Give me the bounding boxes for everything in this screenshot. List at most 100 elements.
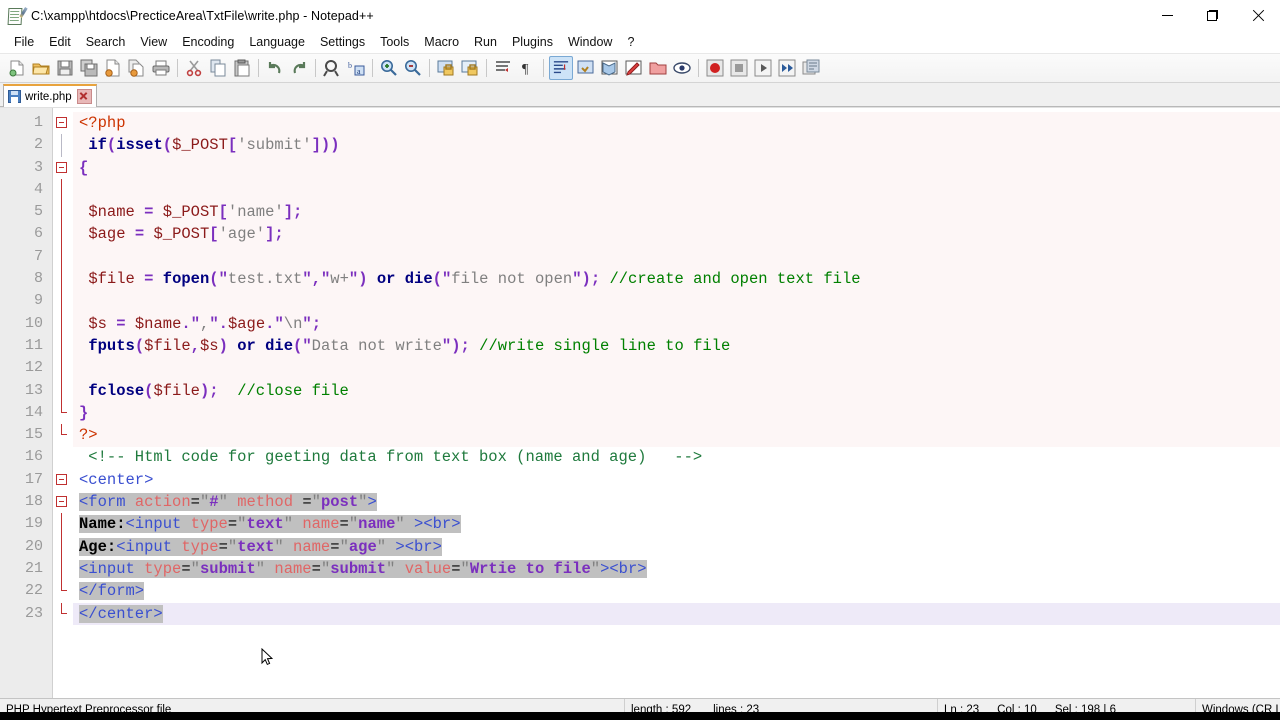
code-line[interactable]: $name = $_POST['name'];	[73, 201, 1280, 223]
user-defined-language-icon[interactable]	[575, 57, 597, 79]
zoom-out-icon[interactable]	[402, 57, 424, 79]
indent-guide-icon[interactable]	[549, 56, 573, 80]
code-token: <form	[79, 493, 126, 512]
code-line[interactable]	[73, 357, 1280, 379]
code-line[interactable]: if(isset($_POST['submit']))	[73, 134, 1280, 156]
menu-edit[interactable]: Edit	[42, 33, 79, 52]
macro-record-icon[interactable]	[704, 57, 726, 79]
code-line[interactable]: {	[73, 157, 1280, 179]
monitoring-icon[interactable]	[671, 57, 693, 79]
menu-settings[interactable]: Settings	[313, 33, 373, 52]
menu-view[interactable]: View	[133, 33, 175, 52]
editor-area[interactable]: 1 2 3 4 5 6 7 8 9 10 11 12 13 14 15 16 17 18 19 20 21 22 23 <?…	[0, 107, 1280, 698]
code-line[interactable]: <!-- Html code for geeting data from tex…	[73, 446, 1280, 468]
new-file-icon[interactable]	[6, 57, 28, 79]
code-token: <input	[116, 537, 173, 556]
macro-play-icon[interactable]	[752, 57, 774, 79]
print-icon[interactable]	[150, 57, 172, 79]
menu-encoding[interactable]: Encoding	[175, 33, 242, 52]
code-folding-margin[interactable]	[53, 108, 73, 698]
code-line[interactable]: <form action="#" method ="post">	[73, 491, 1280, 513]
code-line[interactable]: </form>	[73, 580, 1280, 602]
code-line[interactable]: $age = $_POST['age'];	[73, 223, 1280, 245]
document-map-icon[interactable]	[599, 57, 621, 79]
menu-run[interactable]: Run	[467, 33, 505, 52]
macro-save-icon[interactable]	[800, 57, 822, 79]
code-token: (	[106, 136, 117, 155]
save-icon[interactable]	[54, 57, 76, 79]
code-text-area[interactable]: <?php if(isset($_POST['submit'])){ $name…	[73, 108, 1280, 698]
tab-label: write.php	[25, 90, 72, 103]
code-token: ;	[460, 336, 470, 355]
code-token: (	[134, 336, 145, 355]
function-list-icon[interactable]	[623, 57, 645, 79]
code-token: "	[302, 270, 312, 289]
fold-marker[interactable]	[53, 157, 73, 179]
menu-plugins[interactable]: Plugins	[505, 33, 561, 52]
close-tab-icon[interactable]	[76, 89, 92, 104]
close-file-icon[interactable]	[102, 57, 124, 79]
menu-tools[interactable]: Tools	[373, 33, 417, 52]
code-line[interactable]: ?>	[73, 424, 1280, 446]
find-icon[interactable]	[321, 57, 343, 79]
menu-help[interactable]: ?	[620, 33, 642, 52]
macro-stop-icon[interactable]	[728, 57, 750, 79]
menu-window[interactable]: Window	[561, 33, 620, 52]
code-line[interactable]	[73, 246, 1280, 268]
code-token	[293, 493, 303, 512]
minimize-button[interactable]	[1145, 0, 1190, 31]
code-lines[interactable]: <?php if(isset($_POST['submit'])){ $name…	[73, 112, 1280, 625]
code-token: "	[590, 559, 601, 578]
code-line[interactable]: fputs($file,$s) or die("Data not write")…	[73, 335, 1280, 357]
close-button[interactable]	[1235, 0, 1280, 31]
code-token: $_POST	[162, 203, 219, 222]
code-token: submit	[199, 559, 256, 578]
macro-playback-multiple-icon[interactable]	[776, 57, 798, 79]
code-line[interactable]	[73, 179, 1280, 201]
word-wrap-icon[interactable]	[492, 57, 514, 79]
code-token: post	[320, 493, 359, 512]
replace-icon[interactable]: ba	[345, 57, 367, 79]
code-line[interactable]: Age:<input type="text" name="age" ><br>	[73, 536, 1280, 558]
tab-write-php[interactable]: write.php	[3, 84, 97, 107]
open-file-icon[interactable]	[30, 57, 52, 79]
code-line[interactable]	[73, 290, 1280, 312]
fold-marker	[53, 424, 73, 446]
code-token: $_POST	[153, 225, 210, 244]
code-line[interactable]: $s = $name.",".$age."\n";	[73, 313, 1280, 335]
code-line[interactable]: <center>	[73, 469, 1280, 491]
undo-icon[interactable]	[264, 57, 286, 79]
menu-macro[interactable]: Macro	[417, 33, 467, 52]
code-line[interactable]: }	[73, 402, 1280, 424]
code-token: if	[88, 136, 107, 155]
close-all-icon[interactable]	[126, 57, 148, 79]
window-controls	[1145, 0, 1280, 31]
code-token: type	[190, 515, 228, 534]
code-line[interactable]: <input type="submit" name="submit" value…	[73, 558, 1280, 580]
menu-language[interactable]: Language	[242, 33, 313, 52]
zoom-in-icon[interactable]	[378, 57, 400, 79]
folder-as-workspace-icon[interactable]	[647, 57, 669, 79]
sync-vertical-scroll-icon[interactable]	[435, 57, 457, 79]
code-line[interactable]: $file = fopen("test.txt","w+") or die("f…	[73, 268, 1280, 290]
code-line[interactable]: Name:<input type="text" name="name" ><br…	[73, 513, 1280, 535]
show-all-characters-icon[interactable]: ¶	[516, 57, 538, 79]
menu-file[interactable]: File	[7, 33, 42, 52]
menu-search[interactable]: Search	[79, 33, 134, 52]
restore-button[interactable]	[1190, 0, 1235, 31]
redo-icon[interactable]	[288, 57, 310, 79]
cut-icon[interactable]	[183, 57, 205, 79]
fold-marker[interactable]	[53, 112, 73, 134]
save-all-icon[interactable]	[78, 57, 100, 79]
code-line[interactable]: <?php	[73, 112, 1280, 134]
code-token: submit	[330, 559, 387, 578]
copy-icon[interactable]	[207, 57, 229, 79]
sync-horizontal-scroll-icon[interactable]	[459, 57, 481, 79]
code-line[interactable]: </center>	[73, 603, 1280, 625]
code-line[interactable]: fclose($file); //close file	[73, 380, 1280, 402]
paste-icon[interactable]	[231, 57, 253, 79]
fold-marker[interactable]	[53, 491, 73, 513]
fold-marker[interactable]	[53, 469, 73, 491]
